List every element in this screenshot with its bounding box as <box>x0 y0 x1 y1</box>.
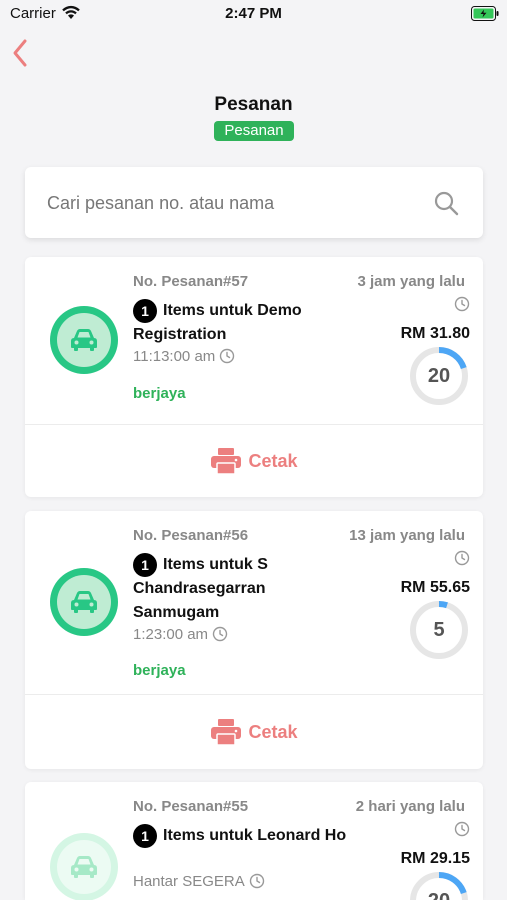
order-items-title: Items untuk S Chandrasegarran Sanmugam <box>133 556 268 621</box>
search-icon[interactable] <box>433 190 459 216</box>
order-items-title: Items untuk Leonard Ho <box>163 827 347 844</box>
clock-icon <box>212 626 228 641</box>
order-price: RM 55.65 <box>400 579 470 596</box>
order-time-label: Hantar SEGERA <box>133 873 245 890</box>
clock-icon <box>454 821 470 837</box>
order-relative-time: 2 hari yang lalu <box>355 798 465 815</box>
order-status: berjaya <box>133 662 186 679</box>
order-card[interactable]: No. Pesanan#56 13 jam yang lalu 1 Items … <box>25 511 483 769</box>
printer-icon <box>211 448 242 475</box>
print-button[interactable]: Cetak <box>25 712 483 752</box>
status-bar: Carrier 2:47 PM <box>0 0 507 28</box>
order-time-label: 1:23:00 am <box>133 626 209 643</box>
print-button-label: Cetak <box>248 450 298 471</box>
order-type-avatar <box>50 833 118 900</box>
order-price: RM 31.80 <box>400 325 470 342</box>
order-number: No. Pesanan#55 <box>133 798 249 815</box>
clock-icon <box>249 873 264 888</box>
print-button[interactable]: Cetak <box>25 441 483 481</box>
order-time-label: 11:13:00 am <box>133 348 216 365</box>
order-number: No. Pesanan#57 <box>133 273 249 290</box>
order-number: No. Pesanan#56 <box>133 527 249 544</box>
order-type-avatar <box>50 306 118 374</box>
order-type-avatar <box>50 568 118 636</box>
title-badge: Pesanan <box>214 121 294 141</box>
progress-ring-value: 20 <box>408 870 470 900</box>
order-time: 1:23:00 am <box>133 626 228 643</box>
order-relative-time: 13 jam yang lalu <box>349 527 465 544</box>
back-chevron-icon[interactable] <box>8 36 38 70</box>
order-card[interactable]: No. Pesanan#55 2 hari yang lalu 1 Items … <box>25 782 483 900</box>
clock-icon <box>454 296 470 312</box>
search-input[interactable] <box>47 189 407 217</box>
clock-icon <box>454 550 470 566</box>
status-time: 2:47 PM <box>225 5 282 22</box>
progress-ring-value: 5 <box>433 619 445 641</box>
car-icon <box>71 856 97 878</box>
divider <box>25 694 483 695</box>
order-status: berjaya <box>133 385 186 402</box>
order-relative-time: 3 jam yang lalu <box>357 273 465 290</box>
order-time: 11:13:00 am <box>133 348 235 365</box>
order-time: Hantar SEGERA <box>133 873 265 890</box>
order-items-title: Items untuk Demo Registration <box>133 302 302 343</box>
printer-icon <box>211 719 242 746</box>
clock-icon <box>220 348 235 363</box>
search-bar <box>25 167 483 238</box>
battery-icon <box>471 6 499 21</box>
progress-ring-value: 20 <box>427 365 451 387</box>
car-icon <box>71 591 97 613</box>
print-button-label: Cetak <box>248 721 298 742</box>
car-icon <box>71 329 97 351</box>
order-price: RM 29.15 <box>400 850 470 867</box>
page-title: Pesanan <box>214 94 293 115</box>
order-card[interactable]: No. Pesanan#57 3 jam yang lalu 1 Items u… <box>25 257 483 497</box>
divider <box>25 424 483 425</box>
